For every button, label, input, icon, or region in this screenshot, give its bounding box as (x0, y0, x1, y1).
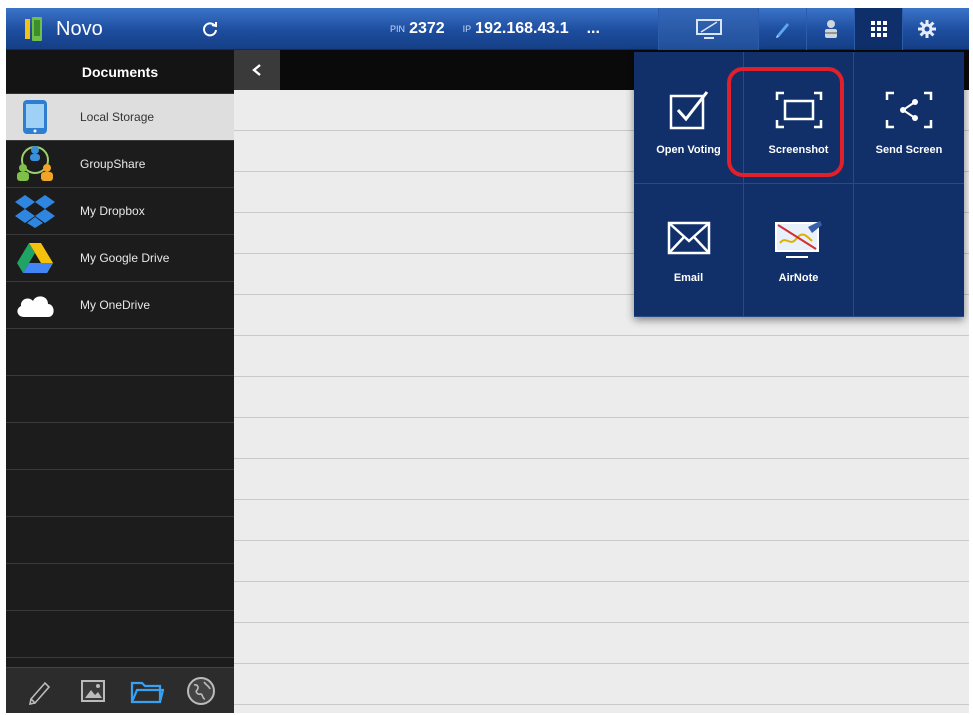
user-button[interactable] (806, 8, 854, 50)
list-item (6, 423, 234, 470)
list-item (6, 611, 234, 658)
more-info[interactable]: ... (587, 20, 600, 38)
list-item (6, 329, 234, 376)
sidebar-item-label: My OneDrive (80, 298, 151, 312)
sidebar-item-label: GroupShare (80, 157, 146, 171)
bottom-tab-bar (6, 667, 234, 713)
refresh-button[interactable] (192, 8, 228, 50)
dropbox-icon (6, 188, 64, 235)
apps-menu: Open Voting Screenshot Send Screen Email (634, 52, 964, 317)
tab-pencil[interactable] (19, 671, 59, 711)
user-icon (824, 20, 837, 38)
screen-button[interactable] (658, 8, 758, 50)
image-icon (81, 679, 105, 702)
tile-label: AirNote (778, 272, 819, 284)
pin-label: PIN (390, 24, 406, 34)
google-drive-icon (6, 235, 64, 282)
list-item (6, 517, 234, 564)
globe-icon (187, 676, 215, 705)
airnote-button[interactable]: AirNote (744, 184, 854, 317)
sidebar-item-label: My Dropbox (80, 204, 145, 218)
refresh-icon (203, 22, 217, 37)
sidebar-item-label: My Google Drive (80, 251, 170, 265)
ip-value: 192.168.43.1 (475, 20, 569, 37)
pin-value: 2372 (409, 20, 445, 37)
sidebar-item-onedrive[interactable]: My OneDrive (6, 282, 234, 329)
pen-button[interactable] (758, 8, 806, 50)
back-button[interactable] (234, 50, 280, 90)
gear-icon (917, 20, 936, 38)
ip-label: IP (462, 24, 472, 34)
group-icon (6, 141, 64, 188)
tab-image[interactable] (73, 671, 113, 711)
empty-tile (854, 184, 964, 317)
apps-button[interactable] (854, 8, 902, 50)
list-item (6, 564, 234, 611)
chevron-left-icon (252, 64, 261, 76)
tile-label: Email (673, 272, 704, 284)
sidebar-item-label: Local Storage (80, 110, 155, 124)
documents-sidebar: Documents Local Storage GroupShare My Dr… (6, 50, 234, 713)
airnote-icon (772, 216, 826, 260)
connection-info: PIN 2372 IP 192.168.43.1 ... (236, 8, 656, 50)
grid-icon (870, 21, 887, 37)
tablet-icon (6, 94, 64, 141)
tab-globe[interactable] (181, 671, 221, 711)
list-item (6, 376, 234, 423)
app-window: Novo PIN 2372 IP 192.168.43.1 ... Docume… (6, 8, 969, 713)
novo-logo-icon (14, 8, 54, 50)
folder-icon (130, 681, 164, 703)
send-screen-button[interactable]: Send Screen (854, 52, 964, 184)
sidebar-item-local-storage[interactable]: Local Storage (6, 94, 234, 141)
sidebar-item-dropbox[interactable]: My Dropbox (6, 188, 234, 235)
top-bar: Novo PIN 2372 IP 192.168.43.1 ... (6, 8, 969, 50)
pencil-icon (28, 681, 51, 705)
monitor-icon (695, 19, 722, 39)
sidebar-title: Documents (6, 50, 234, 94)
sidebar-item-google-drive[interactable]: My Google Drive (6, 235, 234, 282)
email-button[interactable]: Email (634, 184, 744, 317)
screenshot-highlight (727, 67, 844, 177)
checkbox-icon (667, 88, 711, 132)
sidebar-item-groupshare[interactable]: GroupShare (6, 141, 234, 188)
tab-folder[interactable] (127, 671, 167, 711)
pen-icon (775, 23, 789, 38)
list-item (6, 470, 234, 517)
app-title: Novo (56, 18, 103, 40)
share-screen-icon (884, 88, 934, 132)
envelope-icon (666, 216, 712, 260)
tile-label: Open Voting (656, 144, 721, 156)
cloud-icon (6, 282, 64, 329)
tile-label: Send Screen (875, 144, 943, 156)
settings-button[interactable] (902, 8, 950, 50)
